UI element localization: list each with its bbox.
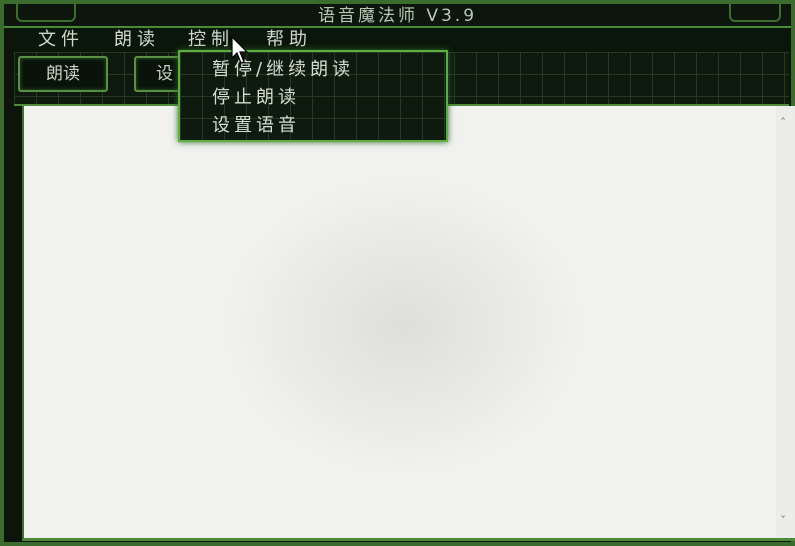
menu-item-voice-settings[interactable]: 设置语音	[212, 112, 300, 140]
menu-item-stop-reading[interactable]: 停止朗读	[212, 84, 300, 112]
read-button-label: 朗读	[46, 64, 80, 84]
control-menu-dropdown: 暂停/继续朗读 停止朗读 设置语音	[178, 50, 448, 142]
window-title: 语音魔法师 V3.9	[317, 6, 478, 26]
menu-help[interactable]: 帮助	[266, 28, 312, 52]
scroll-down-icon[interactable]: ˅	[780, 514, 786, 528]
menu-read[interactable]: 朗读	[114, 28, 160, 52]
vertical-scrollbar[interactable]: ˄ ˅	[776, 106, 795, 538]
title-bar-right-ornament	[729, 4, 781, 22]
editor-watermark	[224, 176, 584, 476]
read-button[interactable]: 朗读	[18, 56, 108, 92]
text-editor-area[interactable]: ˄ ˅	[22, 106, 795, 541]
settings-button-label: 设	[156, 64, 173, 84]
menu-file[interactable]: 文件	[38, 28, 84, 52]
title-bar[interactable]: 语音魔法师 V3.9	[4, 4, 791, 28]
mouse-cursor-icon	[231, 36, 249, 64]
scroll-up-icon[interactable]: ˄	[780, 116, 786, 130]
menu-control[interactable]: 控制	[188, 28, 234, 52]
